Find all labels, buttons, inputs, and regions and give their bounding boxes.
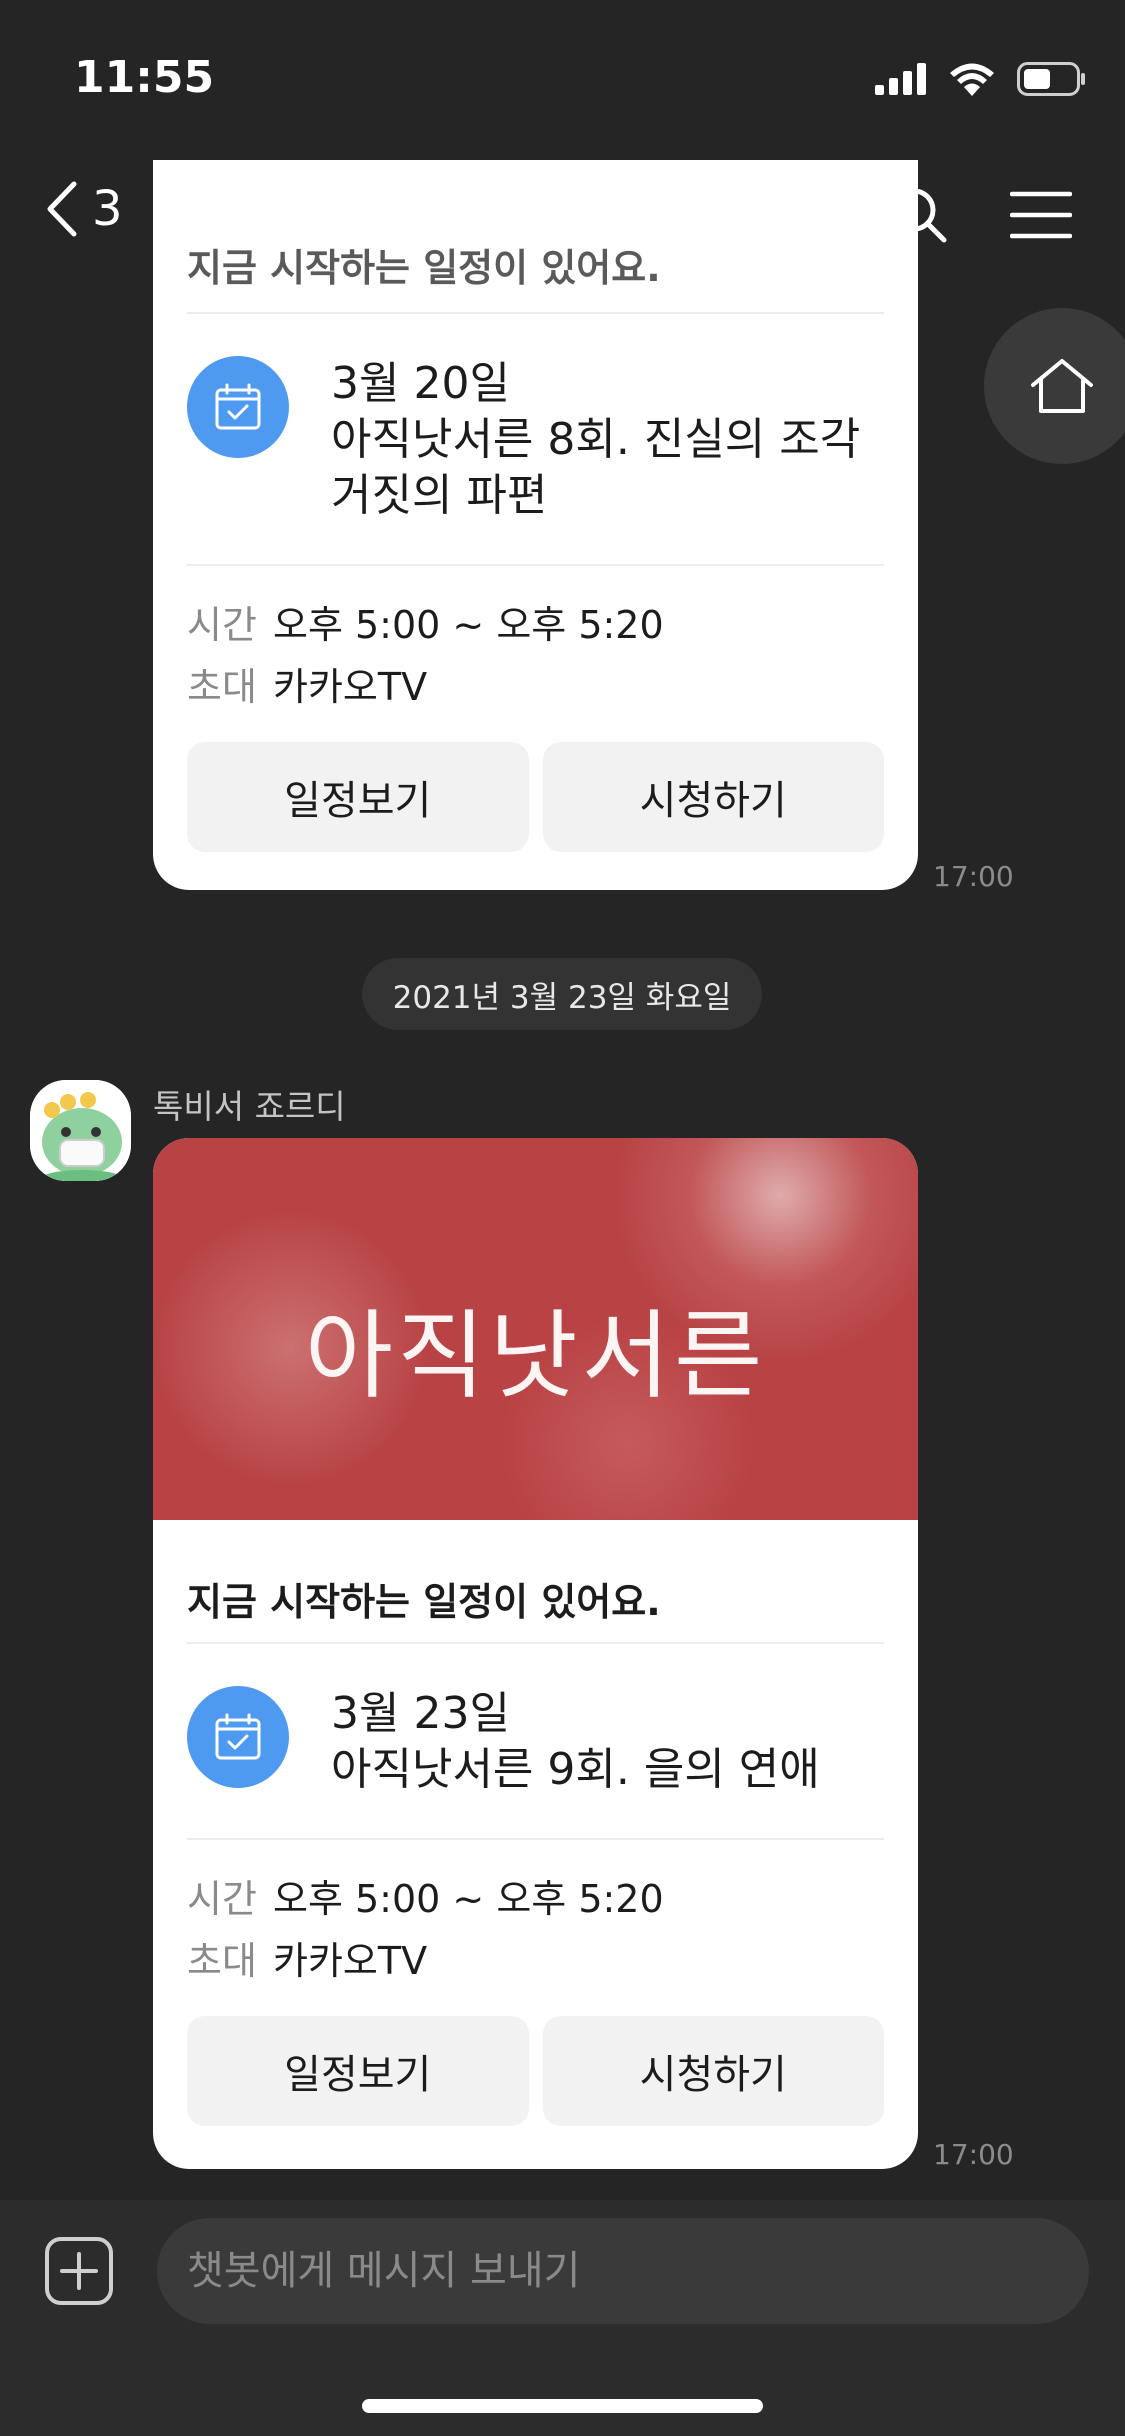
message-input-bar <box>0 2200 1125 2436</box>
view-schedule-button[interactable]: 일정보기 <box>187 742 529 852</box>
message-input[interactable] <box>157 2218 1089 2324</box>
date-divider: 2021년 3월 23일 화요일 <box>362 958 762 1030</box>
event-date: 3월 20일 <box>331 358 510 409</box>
plus-icon <box>45 2237 113 2305</box>
banner-image[interactable]: 아직낫서른 <box>153 1138 918 1520</box>
signal-icon <box>875 63 926 95</box>
message-timestamp: 17:00 <box>933 860 1014 893</box>
event-date: 3월 23일 <box>331 1688 510 1739</box>
menu-button[interactable] <box>1009 190 1073 244</box>
status-time: 11:55 <box>74 52 215 103</box>
wifi-icon <box>950 63 994 96</box>
watch-button[interactable]: 시청하기 <box>542 742 884 852</box>
time-value: 오후 5:00 ~ 오후 5:20 <box>273 603 664 647</box>
invite-label: 초대 <box>187 665 257 709</box>
event-title-line2: 거짓의 파편 <box>331 470 548 521</box>
view-schedule-button[interactable]: 일정보기 <box>187 2016 529 2126</box>
home-indicator <box>362 2399 763 2413</box>
event-info: 3월 20일 아직낫서른 8회. 진실의 조각 거짓의 파편 <box>187 314 884 566</box>
chat-title: 톡비서 죠르디 <box>409 195 716 255</box>
status-bar: 11:55 <box>0 0 1125 150</box>
invite-label: 초대 <box>187 1939 257 1983</box>
avatar[interactable] <box>30 1080 131 1181</box>
invite-value: 카카오TV <box>273 665 428 709</box>
menu-icon <box>1009 191 1073 239</box>
time-label: 시간 <box>187 603 257 647</box>
calendar-check-icon <box>187 1686 289 1788</box>
search-icon <box>892 188 947 243</box>
message-timestamp: 17:00 <box>933 2138 1014 2171</box>
schedule-card: 아직낫서른 지금 시작하는 일정이 있어요. 3월 23일 아직낫서른 9회. … <box>153 1138 918 2169</box>
event-title: 아직낫서른 8회. 진실의 조각 <box>331 414 861 465</box>
event-details: 시간 오후 5:00 ~ 오후 5:20 초대 카카오TV <box>187 566 884 718</box>
time-value: 오후 5:00 ~ 오후 5:20 <box>273 1877 664 1921</box>
attach-button[interactable] <box>44 2236 114 2310</box>
search-button[interactable] <box>890 186 948 248</box>
event-details: 시간 오후 5:00 ~ 오후 5:20 초대 카카오TV <box>187 1840 884 1992</box>
sender-name: 톡비서 죠르디 <box>153 1087 346 1126</box>
battery-icon <box>1017 62 1085 96</box>
event-info: 3월 23일 아직낫서른 9회. 을의 연애 <box>187 1644 884 1840</box>
event-title: 아직낫서른 9회. 을의 연애 <box>331 1744 820 1795</box>
nav-bar: 3 톡비서 죠르디 <box>0 150 1125 282</box>
time-label: 시간 <box>187 1877 257 1921</box>
watch-button[interactable]: 시청하기 <box>542 2016 884 2126</box>
banner-title: 아직낫서른 <box>304 1300 767 1412</box>
card-headline: 지금 시작하는 일정이 있어요. <box>187 1520 884 1644</box>
invite-value: 카카오TV <box>273 1939 428 1983</box>
home-button[interactable] <box>984 308 1125 464</box>
status-icons <box>875 62 1087 96</box>
calendar-check-icon <box>187 356 289 458</box>
home-icon <box>1031 359 1093 413</box>
